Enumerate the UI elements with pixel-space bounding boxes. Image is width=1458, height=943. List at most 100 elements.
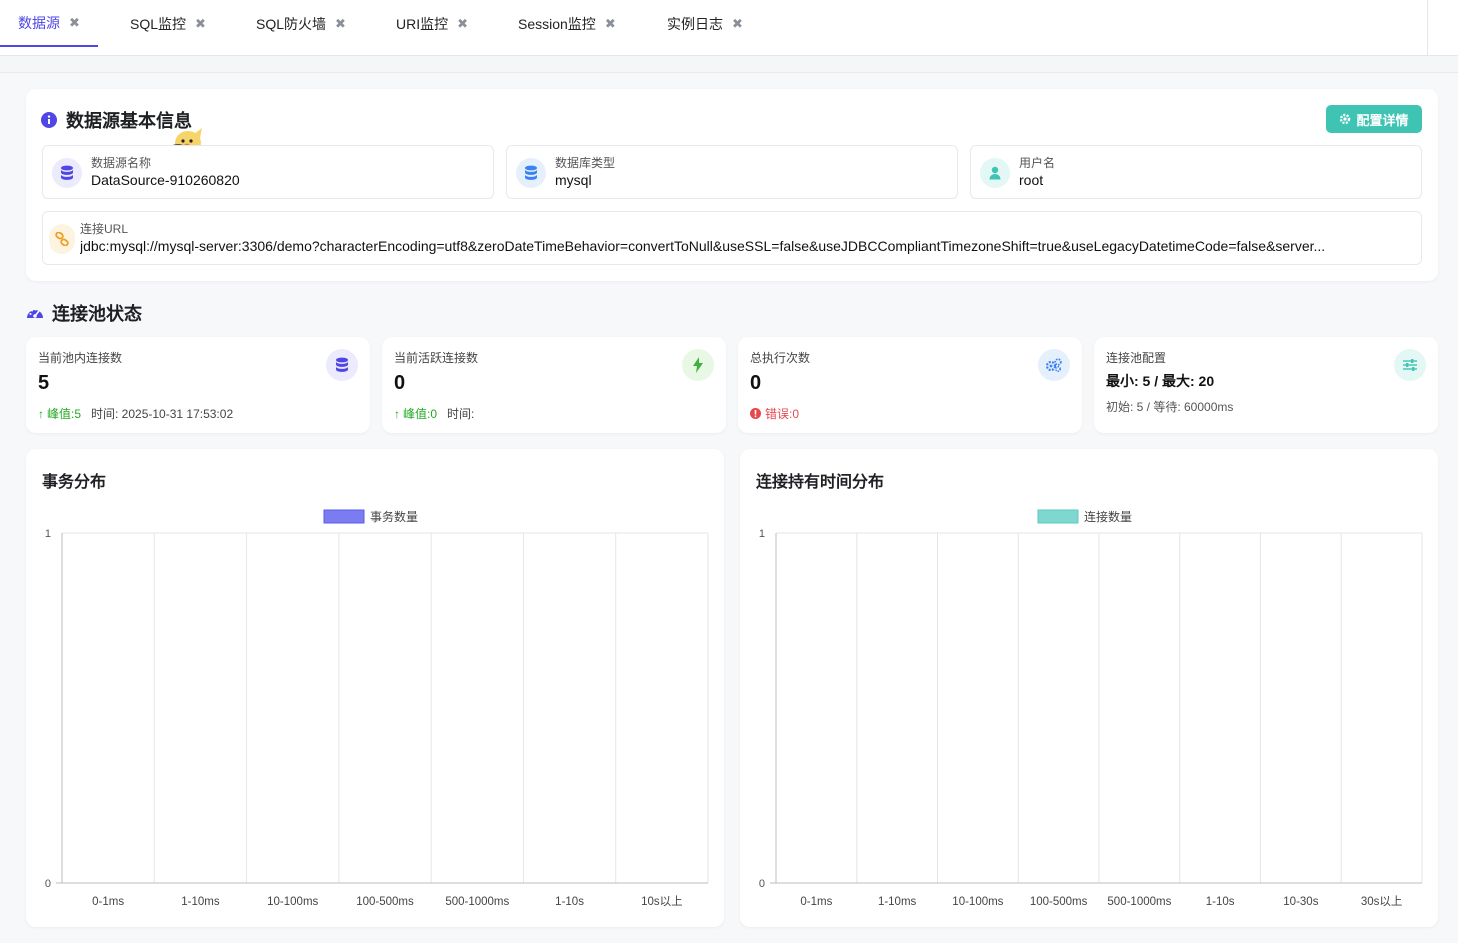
database-icon (516, 158, 546, 188)
close-icon[interactable]: ✖ (335, 16, 346, 32)
field-label: 连接URL (80, 222, 129, 236)
stat-card-active-connections: 当前活跃连接数 0 ↑ 峰值:0 时间: (382, 337, 726, 433)
tab-label: URI监控 (396, 15, 449, 32)
stat-footer: ↑ 峰值:0 时间: (394, 405, 474, 422)
tab-label: 数据源 (18, 14, 61, 31)
peak-value: 峰值:0 (403, 407, 438, 421)
x-tick-label: 100-500ms (356, 896, 414, 908)
config-details-label: 配置详情 (1356, 112, 1409, 128)
stat-card-pool-config: 连接池配置 最小: 5 / 最大: 20 初始: 5 / 等待: 60000ms (1094, 337, 1438, 433)
y-tick-label: 0 (759, 878, 765, 890)
tab-label: Session监控 (518, 15, 596, 32)
x-tick-label: 500-1000ms (1107, 896, 1171, 908)
link-icon (49, 224, 75, 254)
stat-value: 0 (750, 372, 762, 394)
field-value: DataSource-910260820 (91, 172, 240, 188)
x-tick-label: 1-10ms (181, 896, 220, 908)
connection-hold-chart-card: 连接持有时间分布 0 1 0-1ms 1-10ms 10-100ms 100-500ms 5… (740, 449, 1438, 927)
error-count: 错误:0 (765, 407, 800, 421)
stat-footer: 错误:0 (750, 405, 799, 422)
pool-status-title: 连接池状态 (26, 300, 142, 326)
legend[interactable]: 事务数量 (323, 509, 418, 524)
tab-datasource[interactable]: 数据源 ✖ (0, 0, 98, 47)
stat-card-total-executions: 总执行次数 0 错误:0 (738, 337, 1082, 433)
x-tick-label: 0-1ms (92, 896, 124, 908)
x-tick-label: 1-10s (555, 896, 584, 908)
field-username: 用户名 root (970, 145, 1422, 199)
field-connection-url: 连接URL jdbc:mysql://mysql-server:3306/dem… (42, 211, 1422, 265)
x-tick-label: 10-100ms (952, 896, 1003, 908)
x-tick-label: 10s以上 (641, 895, 683, 908)
tab-instance-log[interactable]: 实例日志 ✖ (667, 0, 743, 47)
field-datasource-name: 数据源名称 DataSource-910260820 (42, 145, 494, 199)
field-db-type: 数据库类型 mysql (506, 145, 958, 199)
tab-label: SQL防火墙 (256, 15, 327, 32)
legend[interactable]: 连接数量 (1037, 509, 1132, 524)
dashboard-icon (27, 308, 43, 318)
peak-time: 时间: 2025-10-31 17:53:02 (91, 407, 234, 421)
config-details-button[interactable]: 配置详情 (1326, 105, 1422, 133)
x-tick-label: 100-500ms (1030, 896, 1088, 908)
tab-uri-monitor[interactable]: URI监控 ✖ (396, 0, 468, 47)
peak-value: 峰值:5 (47, 407, 82, 421)
y-tick-label: 0 (45, 878, 51, 890)
tab-session-monitor[interactable]: Session监控 ✖ (518, 0, 616, 47)
y-tick-label: 1 (759, 528, 765, 540)
tab-sql-monitor[interactable]: SQL监控 ✖ (130, 0, 206, 47)
stat-label: 总执行次数 (750, 351, 811, 365)
cogs-icon (1038, 349, 1070, 381)
pool-min-max: 最小: 5 / 最大: 20 (1106, 373, 1215, 389)
x-tick-label: 1-10s (1206, 896, 1235, 908)
database-icon (52, 158, 82, 188)
sliders-icon (1394, 349, 1426, 381)
x-tick-label: 10-100ms (267, 896, 318, 908)
x-tick-label: 30s以上 (1361, 895, 1403, 908)
stat-label: 当前池内连接数 (38, 351, 123, 365)
legend-swatch (1037, 509, 1079, 524)
connection-hold-distribution-chart: 0 1 0-1ms 1-10ms 10-100ms 100-500ms 500-1000ms… (759, 509, 1423, 908)
arrow-up-icon: ↑ (38, 406, 44, 421)
stat-value: 5 (38, 372, 50, 394)
field-label: 用户名 (1019, 156, 1056, 170)
field-label: 数据库类型 (555, 156, 616, 170)
stat-value: 0 (394, 372, 406, 394)
bolt-icon (682, 349, 714, 381)
x-tick-label: 1-10ms (878, 896, 917, 908)
database-icon (326, 349, 358, 381)
stat-label: 当前活跃连接数 (394, 351, 479, 365)
field-value: root (1019, 172, 1044, 188)
y-tick-label: 1 (45, 528, 51, 540)
transaction-chart-card: 事务分布 0 1 0-1ms 1-10ms 10-100ms 100-500ms 500-1… (26, 449, 724, 927)
close-icon[interactable]: ✖ (195, 16, 206, 32)
field-value: mysql (555, 172, 592, 188)
gear-icon (1340, 113, 1351, 125)
stat-card-current-connections: 当前池内连接数 5 ↑ 峰值:5 时间: 2025-10-31 17:53:02 (26, 337, 370, 433)
field-label: 数据源名称 (91, 156, 152, 170)
arrow-up-icon: ↑ (394, 406, 400, 421)
field-value: jdbc:mysql://mysql-server:3306/demo?char… (80, 238, 1326, 254)
divider (1427, 0, 1428, 55)
x-tick-label: 0-1ms (800, 896, 832, 908)
stat-footer: ↑ 峰值:5 时间: 2025-10-31 17:53:02 (38, 405, 233, 422)
close-icon[interactable]: ✖ (457, 16, 468, 32)
legend-label: 事务数量 (370, 509, 418, 524)
stat-label: 连接池配置 (1106, 351, 1167, 365)
info-icon (41, 112, 57, 128)
x-tick-label: 10-30s (1283, 896, 1318, 908)
legend-swatch (323, 509, 365, 524)
tab-label: 实例日志 (667, 15, 723, 32)
error-icon (750, 408, 761, 419)
close-icon[interactable]: ✖ (732, 16, 743, 32)
tab-sql-firewall[interactable]: SQL防火墙 ✖ (256, 0, 346, 47)
tab-bar: 数据源 ✖ SQL监控 ✖ SQL防火墙 ✖ URI监控 ✖ Session监控… (0, 0, 1458, 56)
transaction-distribution-chart: 0 1 0-1ms 1-10ms 10-100ms 100-500ms 500-1000ms… (45, 509, 709, 908)
pool-init-wait: 初始: 5 / 等待: 60000ms (1106, 400, 1234, 414)
section-title-text: 连接池状态 (52, 304, 142, 324)
legend-label: 连接数量 (1084, 509, 1132, 524)
x-tick-label: 500-1000ms (445, 896, 509, 908)
peak-time: 时间: (447, 407, 475, 421)
close-icon[interactable]: ✖ (69, 15, 80, 31)
user-icon (980, 158, 1010, 188)
close-icon[interactable]: ✖ (605, 16, 616, 32)
tab-label: SQL监控 (130, 15, 187, 32)
